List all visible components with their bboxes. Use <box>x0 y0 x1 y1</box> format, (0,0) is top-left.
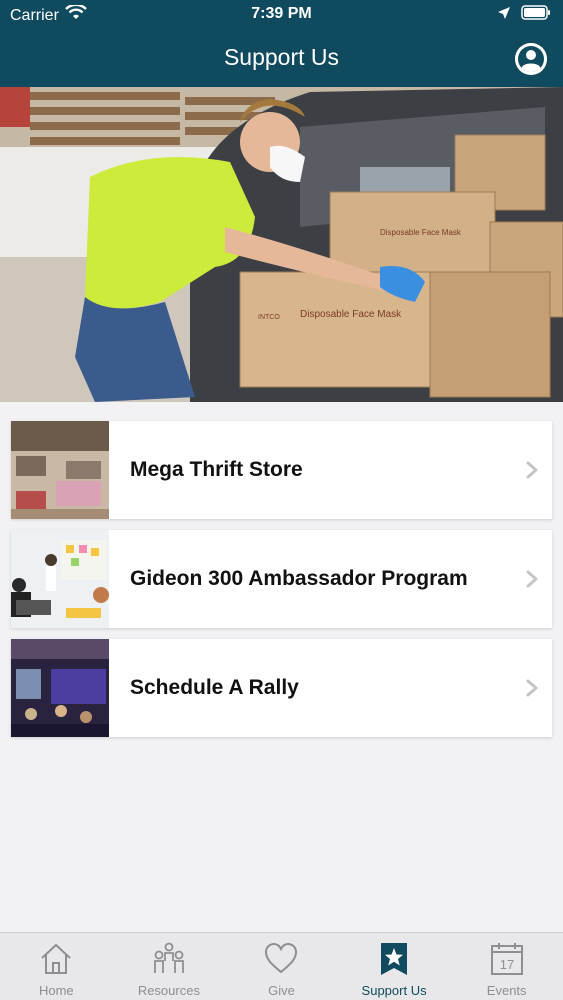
page-title: Support Us <box>223 44 340 70</box>
status-time: 7:39 PM <box>251 5 312 22</box>
chevron-right-icon <box>512 639 552 737</box>
hero-image: Disposable Face Mask Disposable Face Mas… <box>0 87 563 402</box>
tab-resources[interactable]: Resources <box>113 933 226 1000</box>
tab-support-us[interactable]: Support Us <box>338 933 451 1000</box>
thumbnail-thrift-store <box>11 421 109 519</box>
list-item-schedule-rally[interactable]: Schedule A Rally <box>11 639 552 737</box>
box-label-main: Disposable Face Mask <box>300 309 402 320</box>
user-icon <box>515 43 547 75</box>
heart-icon <box>265 942 298 974</box>
list-item-title: Schedule A Rally <box>130 676 299 699</box>
star-badge-icon <box>381 943 408 975</box>
battery-icon <box>521 5 551 25</box>
support-options-list: Mega Thrift Store Gideon 300 Ambassador … <box>11 421 552 748</box>
people-icon <box>153 942 184 973</box>
profile-button[interactable] <box>515 43 547 75</box>
location-arrow-icon <box>497 6 511 25</box>
list-item-mega-thrift-store[interactable]: Mega Thrift Store <box>11 421 552 519</box>
chevron-right-icon <box>512 530 552 628</box>
thumbnail-ambassador-program <box>11 530 109 628</box>
tab-label: Give <box>268 983 295 998</box>
tab-home[interactable]: Home <box>0 933 113 1000</box>
chevron-right-icon <box>512 421 552 519</box>
home-icon <box>41 943 71 974</box>
thumbnail-rally <box>11 639 109 737</box>
tab-label: Home <box>38 983 74 998</box>
header: Carrier 7:39 PM Support Us <box>0 0 563 87</box>
tab-label: Events <box>486 983 527 998</box>
box-label-side: Disposable Face Mask <box>380 228 462 237</box>
tab-events[interactable]: 17 Events <box>450 933 563 1000</box>
list-item-title: Mega Thrift Store <box>130 458 303 481</box>
list-item-gideon-300[interactable]: Gideon 300 Ambassador Program <box>11 530 552 628</box>
calendar-day: 17 <box>499 957 513 972</box>
tab-bar: Home Resources Give Support Us 17 Events <box>0 932 563 1000</box>
status-bar: Carrier 7:39 PM <box>0 0 563 30</box>
tab-label: Support Us <box>361 983 427 998</box>
box-brand: INTCO <box>258 314 280 321</box>
tab-give[interactable]: Give <box>225 933 338 1000</box>
list-item-title: Gideon 300 Ambassador Program <box>130 567 468 590</box>
status-right <box>497 5 551 25</box>
tab-label: Resources <box>137 983 200 998</box>
calendar-icon: 17 <box>490 943 523 975</box>
